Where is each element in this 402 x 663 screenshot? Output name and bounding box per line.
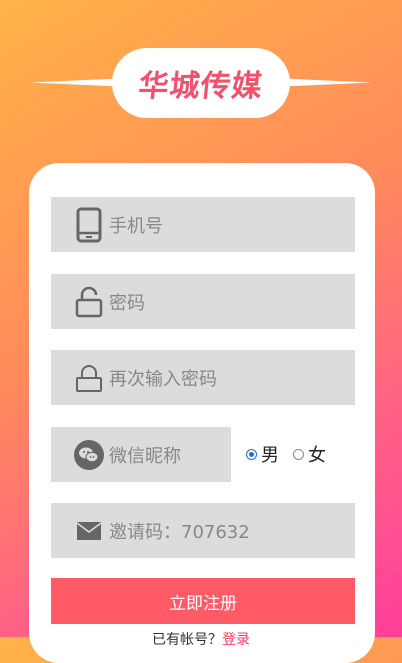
lock-icon — [69, 282, 109, 322]
gender-label-male: 男 — [261, 445, 279, 466]
password-placeholder: 密码 — [109, 292, 145, 314]
gender-option-male[interactable]: 男 — [246, 441, 279, 467]
register-button[interactable]: 立即注册 — [51, 578, 355, 624]
phone-placeholder: 手机号 — [109, 215, 163, 237]
password-confirm-field[interactable]: 再次输入密码 — [51, 350, 355, 405]
logo-badge: 华城传媒 — [112, 48, 290, 118]
phone-icon — [69, 205, 109, 245]
nickname-field[interactable]: 微信昵称 — [51, 427, 231, 482]
gender-radio-female[interactable] — [293, 448, 304, 460]
phone-field[interactable]: 手机号 — [51, 197, 355, 252]
gender-group: 男 女 — [246, 440, 326, 468]
password-confirm-placeholder: 再次输入密码 — [109, 368, 217, 390]
logo-text: 华城传媒 — [136, 69, 265, 104]
login-link[interactable]: 登录 — [222, 632, 250, 648]
gender-radio-male[interactable] — [246, 448, 257, 460]
gender-label-female: 女 — [308, 445, 326, 466]
nickname-placeholder: 微信昵称 — [109, 445, 181, 467]
login-link-row: 已有帐号？登录 — [0, 629, 402, 649]
wechat-icon — [69, 435, 109, 475]
invite-code-field[interactable]: 邀请码：707632 — [51, 503, 355, 558]
password-field[interactable]: 密码 — [51, 274, 355, 329]
invite-code-value: 邀请码：707632 — [109, 521, 250, 543]
lock-icon — [69, 358, 109, 398]
mail-icon — [69, 511, 109, 551]
login-link-prefix: 已有帐号？ — [152, 632, 222, 648]
gender-option-female[interactable]: 女 — [293, 441, 326, 467]
